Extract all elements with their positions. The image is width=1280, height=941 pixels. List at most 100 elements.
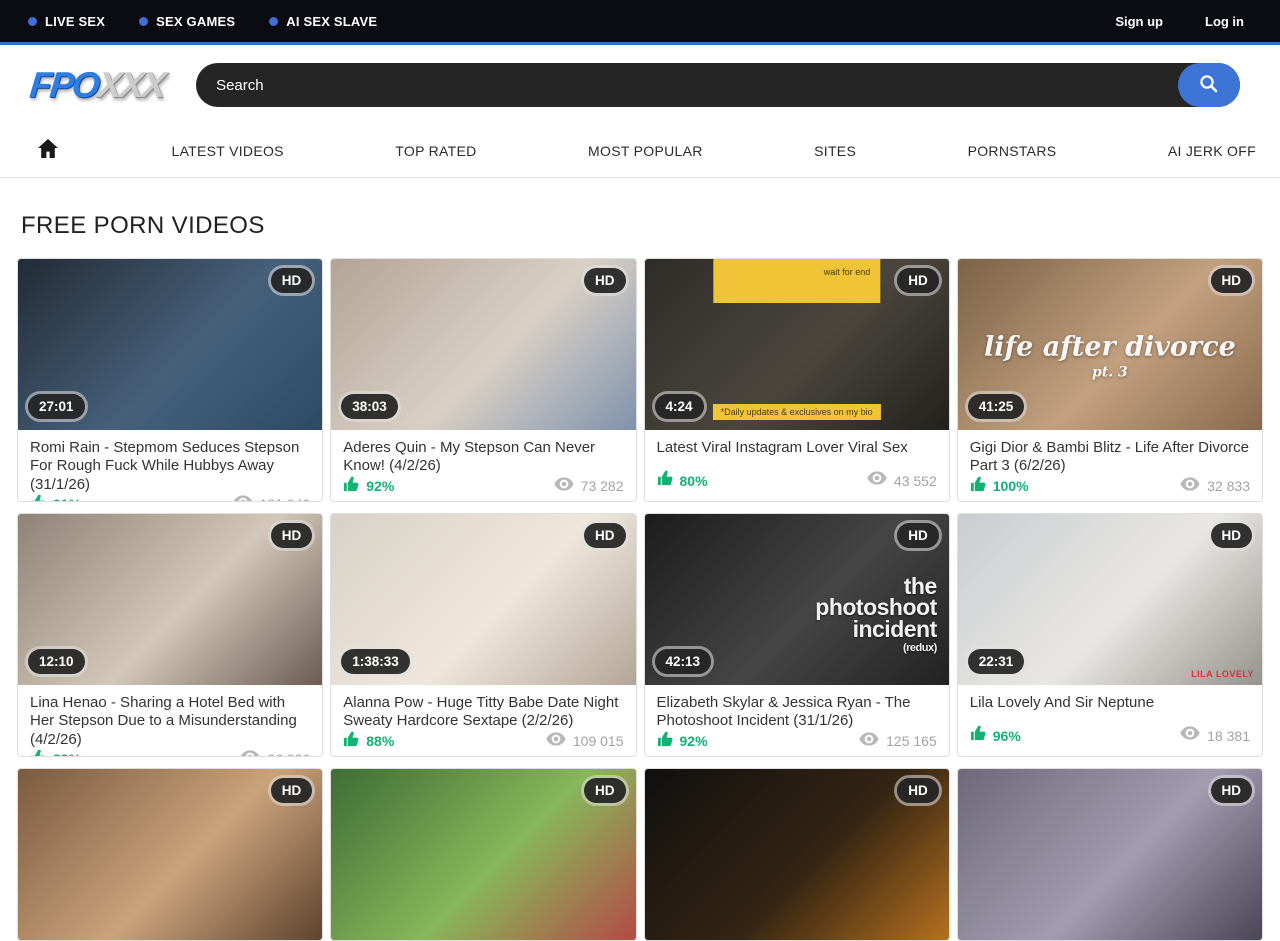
video-card[interactable]: HD 27:01 Romi Rain - Stepmom Seduces Ste…	[17, 258, 323, 502]
likes-percentage: 88%	[53, 751, 81, 757]
eye-icon	[546, 732, 566, 751]
video-title[interactable]: Latest Viral Instagram Lover Viral Sex	[657, 439, 937, 457]
video-info: Elizabeth Skylar & Jessica Ryan - The Ph…	[645, 685, 949, 756]
video-thumbnail[interactable]: HD 1:38:33	[331, 514, 635, 685]
eye-icon	[867, 471, 887, 490]
video-card[interactable]: HD	[330, 768, 636, 941]
eye-icon	[240, 750, 260, 757]
video-meta: 80% 43 552	[657, 470, 937, 491]
likes-percentage: 92%	[680, 733, 708, 749]
hd-badge: HD	[1211, 778, 1253, 803]
topbar-link-label: LIVE SEX	[45, 14, 105, 29]
views: 36 826	[240, 750, 310, 757]
hd-badge: HD	[897, 268, 939, 293]
video-thumbnail[interactable]: HD	[645, 769, 949, 940]
video-thumbnail[interactable]: HD	[18, 769, 322, 940]
signup-link[interactable]: Sign up	[1115, 14, 1163, 29]
blue-dot-icon	[139, 17, 148, 26]
video-card[interactable]: HD 12:10 Lina Henao - Sharing a Hotel Be…	[17, 513, 323, 757]
views: 73 282	[554, 477, 624, 496]
nav-latest-videos[interactable]: LATEST VIDEOS	[171, 143, 283, 159]
video-title[interactable]: Lila Lovely And Sir Neptune	[970, 694, 1250, 712]
thumbs-up-icon	[657, 470, 674, 491]
video-card[interactable]: HD	[17, 768, 323, 941]
hd-badge: HD	[897, 778, 939, 803]
site-logo[interactable]: FPOXXX	[28, 64, 166, 106]
video-info: Latest Viral Instagram Lover Viral Sex 8…	[645, 430, 949, 501]
account-links: Sign up Log in	[1115, 14, 1244, 29]
video-thumbnail[interactable]: HD	[331, 769, 635, 940]
video-title[interactable]: Aderes Quin - My Stepson Can Never Know!…	[343, 439, 623, 476]
thumbnail-overlay-script: life after divorcept. 3	[958, 332, 1262, 381]
video-meta: 92% 73 282	[343, 476, 623, 497]
video-thumbnail[interactable]: HD 27:01	[18, 259, 322, 430]
video-thumbnail[interactable]: LILA LOVELY HD 22:31	[958, 514, 1262, 685]
video-card[interactable]: HD 38:03 Aderes Quin - My Stepson Can Ne…	[330, 258, 636, 502]
nav-sites[interactable]: SITES	[814, 143, 856, 159]
video-meta: 88% 36 826	[30, 749, 310, 757]
nav-top-rated[interactable]: TOP RATED	[395, 143, 476, 159]
search-button[interactable]	[1178, 63, 1240, 107]
thumbnail-overlay-title: the photoshoot incident(redux)	[777, 576, 937, 654]
views: 109 015	[546, 732, 624, 751]
eye-icon	[859, 732, 879, 751]
logo-text-secondary: XXX	[96, 64, 166, 105]
hd-badge: HD	[897, 523, 939, 548]
search-input[interactable]	[196, 63, 1240, 107]
video-title[interactable]: Alanna Pow - Huge Titty Babe Date Night …	[343, 694, 623, 731]
video-card[interactable]: the photoshoot incident(redux) HD 42:13 …	[644, 513, 950, 757]
main-nav: LATEST VIDEOS TOP RATED MOST POPULAR SIT…	[0, 125, 1280, 178]
video-thumbnail[interactable]: HD	[958, 769, 1262, 940]
views-count: 109 015	[573, 733, 624, 749]
duration-badge: 41:25	[968, 394, 1025, 419]
video-grid: HD 27:01 Romi Rain - Stepmom Seduces Ste…	[17, 258, 1263, 941]
topbar-link-live-sex[interactable]: LIVE SEX	[28, 14, 105, 29]
video-thumbnail[interactable]: the photoshoot incident(redux) HD 42:13	[645, 514, 949, 685]
thumbnail-banner-top: wait for end	[713, 259, 880, 303]
thumbnail-banner-bottom: *Daily updates & exclusives on my bio	[713, 404, 881, 420]
video-thumbnail[interactable]: life after divorcept. 3 HD 41:25	[958, 259, 1262, 430]
video-title[interactable]: Gigi Dior & Bambi Blitz - Life After Div…	[970, 439, 1250, 476]
video-thumbnail[interactable]: HD 38:03	[331, 259, 635, 430]
views-count: 181 040	[260, 496, 311, 502]
video-info: Gigi Dior & Bambi Blitz - Life After Div…	[958, 430, 1262, 501]
duration-badge: 42:13	[655, 649, 712, 674]
views: 43 552	[867, 471, 937, 490]
topbar-link-ai-sex-slave[interactable]: AI SEX SLAVE	[269, 14, 377, 29]
video-card[interactable]: HD	[644, 768, 950, 941]
duration-badge: 4:24	[655, 394, 704, 419]
video-card[interactable]: HD 1:38:33 Alanna Pow - Huge Titty Babe …	[330, 513, 636, 757]
video-meta: 91% 181 040	[30, 494, 310, 502]
topbar-link-sex-games[interactable]: SEX GAMES	[139, 14, 235, 29]
likes: 91%	[30, 494, 81, 502]
home-icon	[36, 138, 60, 165]
eye-icon	[1180, 477, 1200, 496]
duration-badge: 27:01	[28, 394, 85, 419]
hd-badge: HD	[271, 523, 313, 548]
hd-badge: HD	[271, 268, 313, 293]
video-title[interactable]: Elizabeth Skylar & Jessica Ryan - The Ph…	[657, 694, 937, 731]
blue-dot-icon	[269, 17, 278, 26]
video-title[interactable]: Lina Henao - Sharing a Hotel Bed with He…	[30, 694, 310, 749]
blue-dot-icon	[28, 17, 37, 26]
video-card[interactable]: life after divorcept. 3 HD 41:25 Gigi Di…	[957, 258, 1263, 502]
nav-pornstars[interactable]: PORNSTARS	[968, 143, 1057, 159]
nav-ai-jerk-off[interactable]: AI JERK OFF	[1168, 143, 1256, 159]
home-button[interactable]	[36, 138, 60, 165]
video-title[interactable]: Romi Rain - Stepmom Seduces Stepson For …	[30, 439, 310, 494]
video-meta: 96% 18 381	[970, 725, 1250, 746]
topbar-links: LIVE SEX SEX GAMES AI SEX SLAVE	[28, 14, 377, 29]
views: 32 833	[1180, 477, 1250, 496]
thumbs-up-icon	[970, 725, 987, 746]
video-card[interactable]: wait for end *Daily updates & exclusives…	[644, 258, 950, 502]
login-link[interactable]: Log in	[1205, 14, 1244, 29]
likes: 88%	[343, 731, 394, 752]
video-card[interactable]: LILA LOVELY HD 22:31 Lila Lovely And Sir…	[957, 513, 1263, 757]
video-thumbnail[interactable]: HD 12:10	[18, 514, 322, 685]
duration-badge: 1:38:33	[341, 649, 410, 674]
views-count: 32 833	[1207, 478, 1250, 494]
video-thumbnail[interactable]: wait for end *Daily updates & exclusives…	[645, 259, 949, 430]
video-card[interactable]: HD	[957, 768, 1263, 941]
video-info: Lina Henao - Sharing a Hotel Bed with He…	[18, 685, 322, 756]
nav-most-popular[interactable]: MOST POPULAR	[588, 143, 703, 159]
